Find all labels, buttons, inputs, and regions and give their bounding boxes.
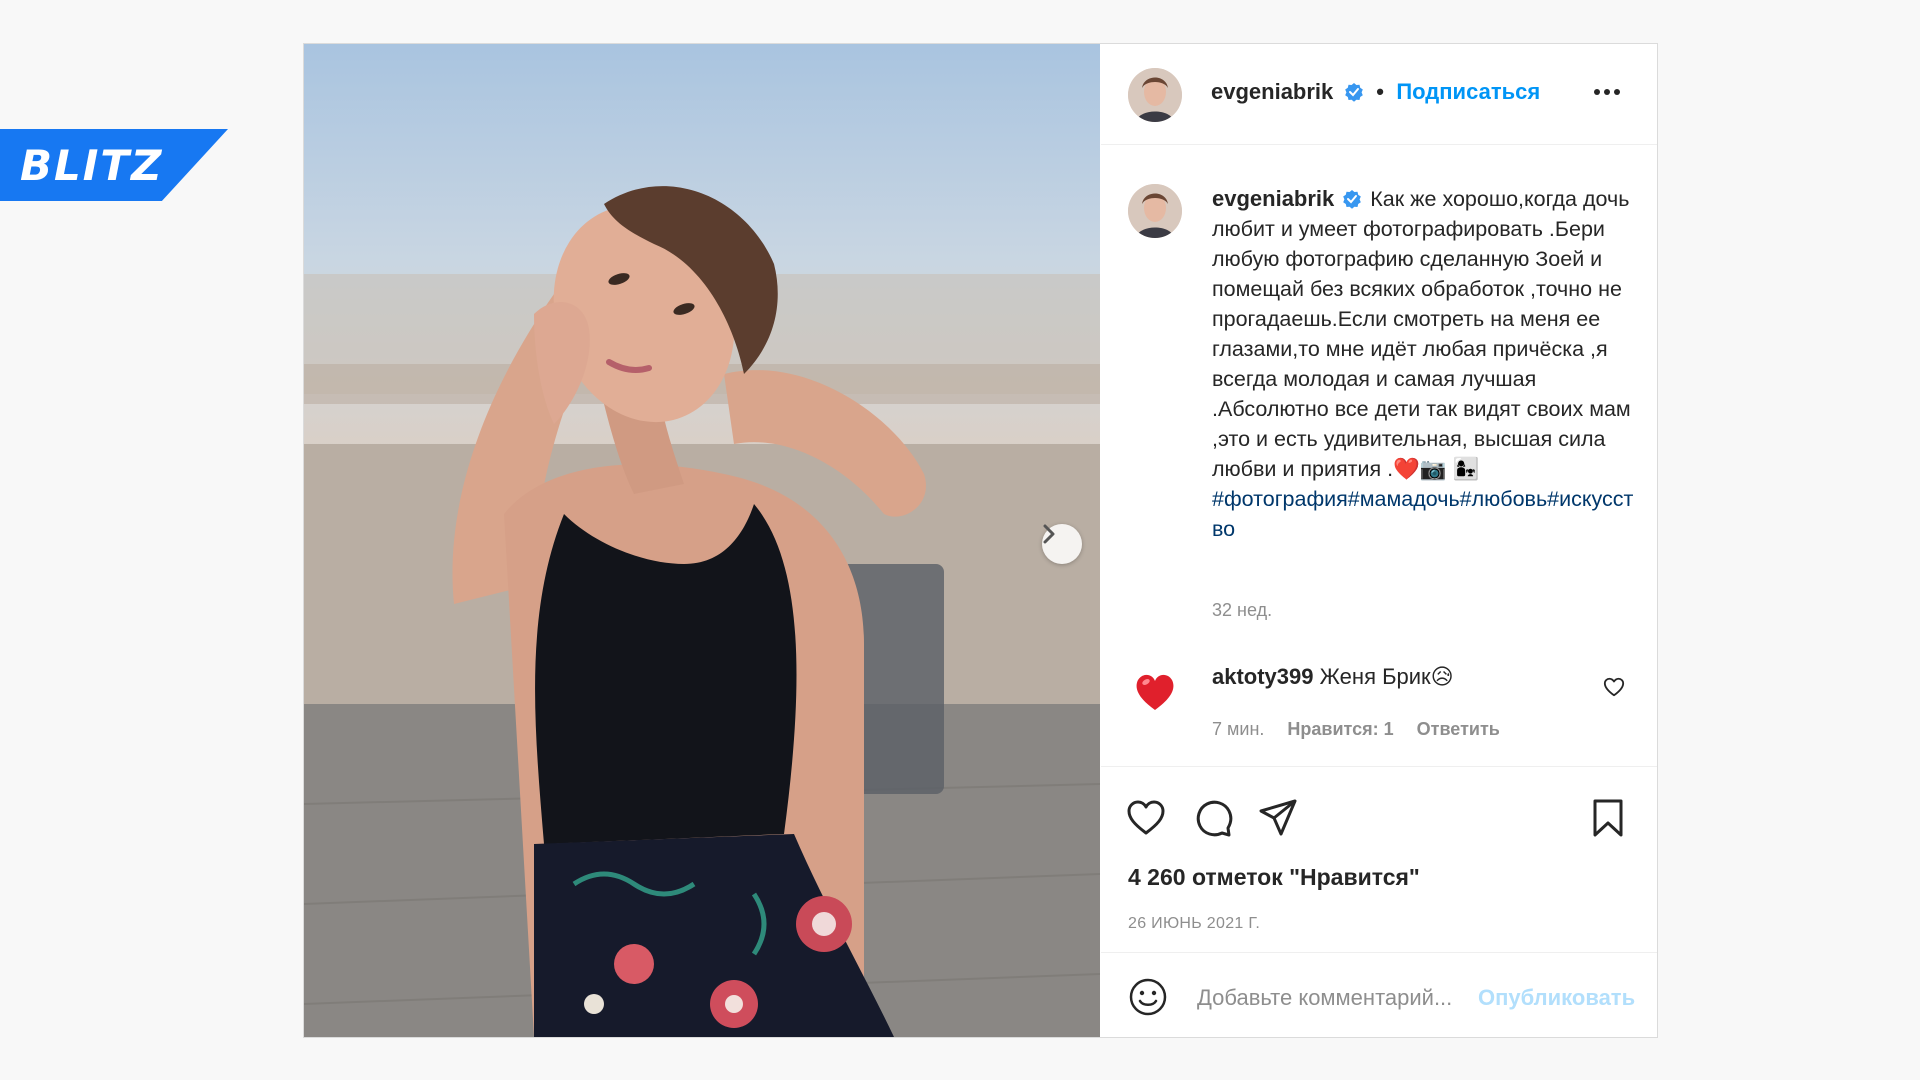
post-date: 26 ИЮНЬ 2021 Г.	[1128, 915, 1261, 932]
post-caption: evgeniabrik Как же хорошо,когда дочь люб…	[1212, 184, 1642, 544]
comment-line: aktoty399 Женя Брик😥	[1212, 664, 1454, 690]
commenter-avatar[interactable]	[1128, 664, 1182, 718]
comment-likes[interactable]: Нравится: 1	[1287, 719, 1393, 739]
post-photo-illustration	[304, 186, 1100, 1037]
comment-meta: 7 мин. Нравится: 1 Ответить	[1212, 719, 1518, 740]
post-header: evgeniabrik • Подписаться	[1101, 44, 1657, 145]
comment-bubble-icon[interactable]	[1192, 797, 1234, 839]
comment-time: 7 мин.	[1212, 719, 1265, 739]
reply-button[interactable]: Ответить	[1417, 719, 1500, 739]
caption-author-avatar[interactable]	[1128, 184, 1182, 238]
publish-button[interactable]: Опубликовать	[1478, 985, 1635, 1011]
separator-dot: •	[1376, 79, 1384, 104]
header-user-line: evgeniabrik • Подписаться	[1211, 79, 1540, 105]
next-photo-button[interactable]	[1042, 524, 1082, 564]
caption-verified-badge-icon	[1343, 190, 1362, 209]
post-time-ago: 32 нед.	[1212, 600, 1273, 620]
add-comment-bar: Опубликовать	[1101, 952, 1657, 1038]
more-dots-icon[interactable]	[1592, 82, 1622, 102]
save-bookmark-icon[interactable]	[1587, 797, 1629, 839]
chevron-right-icon	[1043, 524, 1055, 544]
author-username[interactable]: evgeniabrik	[1211, 79, 1333, 104]
caption-hashtags[interactable]: #фотография#мамадочь#любовь#искусство	[1212, 487, 1633, 541]
logo-text: BLITZ	[20, 140, 164, 190]
caption-username[interactable]: evgeniabrik	[1212, 186, 1334, 211]
verified-badge-icon	[1344, 83, 1363, 102]
avatar-image	[1128, 68, 1182, 122]
comment-like-heart-icon[interactable]	[1603, 676, 1625, 698]
follow-button[interactable]: Подписаться	[1396, 79, 1540, 104]
post-side-panel: evgeniabrik • Подписаться evgeniabrik Ка…	[1101, 44, 1657, 1037]
like-heart-icon[interactable]	[1125, 797, 1167, 839]
emoji-smiley-icon[interactable]	[1128, 977, 1168, 1017]
share-send-icon[interactable]	[1257, 797, 1299, 839]
commenter-username[interactable]: aktoty399	[1212, 664, 1314, 689]
comment-text: Женя Брик😥	[1319, 664, 1454, 689]
comment-input[interactable]	[1195, 981, 1489, 1015]
caption-text: Как же хорошо,когда дочь любит и умеет ф…	[1212, 187, 1631, 481]
author-avatar[interactable]	[1128, 68, 1182, 122]
instagram-post-card: evgeniabrik • Подписаться evgeniabrik Ка…	[303, 43, 1658, 1038]
post-photo[interactable]	[304, 44, 1100, 1037]
heart-emoji-avatar-icon	[1136, 674, 1174, 710]
likes-count[interactable]: 4 260 отметок "Нравится"	[1128, 864, 1420, 891]
blitz-logo: BLITZ	[0, 129, 228, 201]
caption-avatar-image	[1128, 184, 1182, 238]
